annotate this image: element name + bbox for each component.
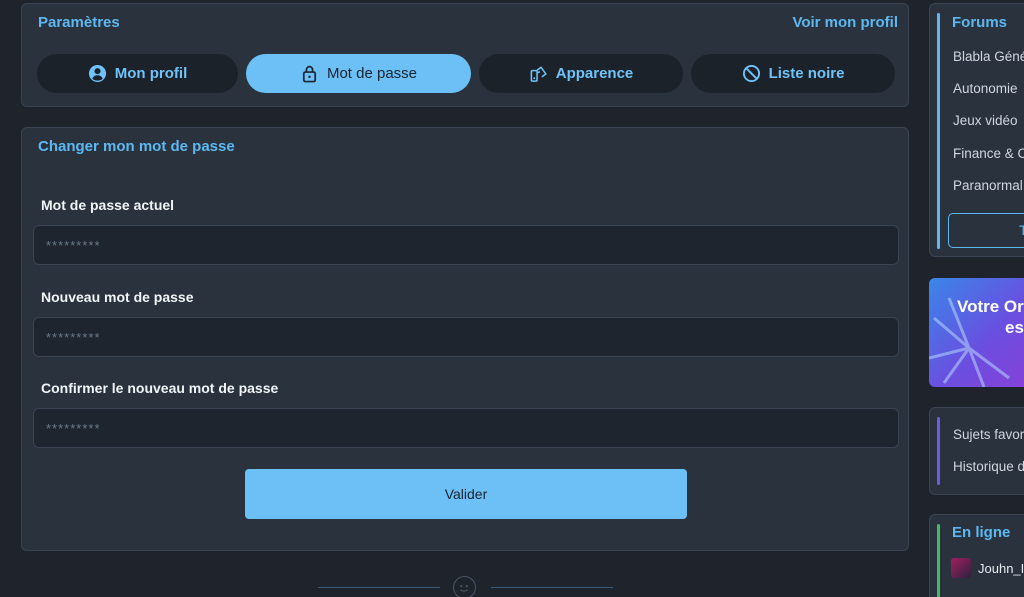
online-username: Jouhn_I	[978, 560, 1024, 576]
promo-headline: Votre Or	[957, 297, 1024, 316]
online-user-row[interactable]: Jouhn_I	[951, 558, 1024, 578]
current-password-input[interactable]	[33, 225, 899, 265]
forum-item[interactable]: Paranormal	[953, 178, 1023, 193]
online-accent-bar	[937, 524, 940, 597]
divider-line-left	[318, 587, 440, 588]
forums-title: Forums	[952, 14, 1008, 31]
lock-icon	[300, 64, 319, 83]
avatar	[951, 558, 971, 578]
new-password-input[interactable]	[33, 317, 899, 357]
current-password-label: Mot de passe actuel	[41, 197, 175, 213]
settings-title: Paramètres	[38, 14, 120, 31]
links-accent-bar	[937, 417, 940, 485]
promo-headline-2: es	[1005, 318, 1024, 337]
divider-line-right	[491, 587, 613, 588]
all-forums-button[interactable]: T	[948, 213, 1024, 248]
online-users-card: En ligne Jouhn_I	[929, 514, 1024, 597]
favorite-topics-link[interactable]: Sujets favor	[953, 427, 1024, 442]
view-profile-link[interactable]: Voir mon profil	[792, 14, 898, 31]
tab-liste-noire[interactable]: Liste noire	[691, 54, 895, 93]
submit-button[interactable]: Valider	[245, 469, 687, 519]
change-password-form: Changer mon mot de passe Mot de passe ac…	[21, 127, 909, 551]
forum-item[interactable]: Autonomie	[953, 81, 1018, 96]
ban-icon	[742, 64, 761, 83]
tab-mot-de-passe[interactable]: Mot de passe	[246, 54, 471, 93]
tab-label: Mot de passe	[326, 65, 418, 82]
palette-icon	[529, 64, 548, 83]
confirm-password-label: Confirmer le nouveau mot de passe	[41, 380, 279, 396]
promo-banner[interactable]: Votre Or es	[929, 278, 1024, 387]
history-link[interactable]: Historique d	[953, 459, 1024, 474]
user-circle-icon	[88, 64, 107, 83]
tab-apparence[interactable]: Apparence	[479, 54, 683, 93]
forums-card: Forums Blabla Géné Autonomie Jeux vidéo …	[929, 3, 1024, 257]
forum-item[interactable]: Blabla Géné	[953, 49, 1024, 64]
forums-accent-bar	[937, 13, 940, 249]
smiley-icon	[453, 576, 476, 597]
user-links-card: Sujets favor Historique d	[929, 407, 1024, 495]
forum-item[interactable]: Jeux vidéo	[953, 113, 1018, 128]
new-password-label: Nouveau mot de passe	[41, 289, 194, 305]
form-title: Changer mon mot de passe	[38, 138, 235, 155]
forum-item[interactable]: Finance & C	[953, 146, 1024, 161]
tab-label: Liste noire	[768, 65, 845, 82]
online-title: En ligne	[952, 524, 1011, 541]
tab-label: Apparence	[555, 65, 634, 82]
confirm-password-input[interactable]	[33, 408, 899, 448]
tab-mon-profil[interactable]: Mon profil	[37, 54, 238, 93]
tab-label: Mon profil	[114, 65, 188, 82]
settings-card: Paramètres Voir mon profil Mon profil Mo…	[21, 3, 909, 107]
